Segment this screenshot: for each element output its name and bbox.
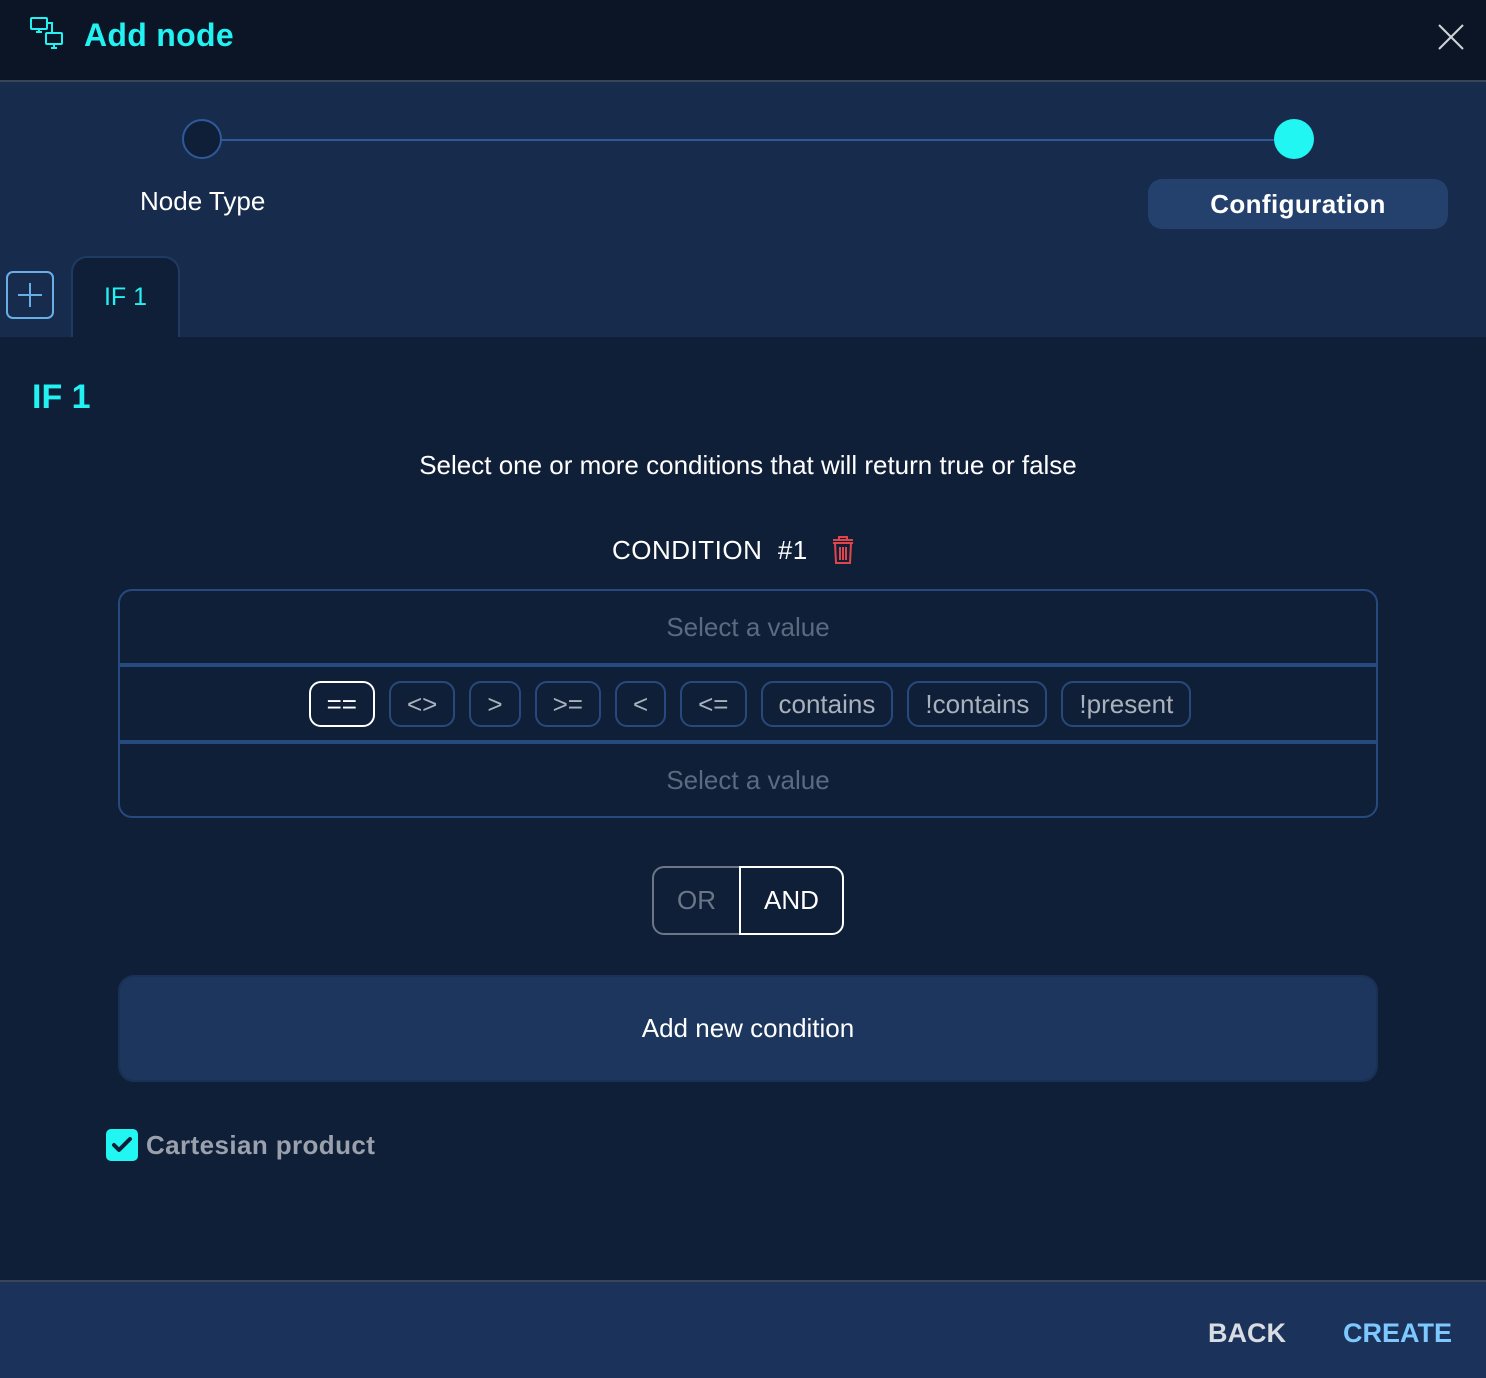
step-configuration-label: Configuration bbox=[1148, 179, 1448, 229]
cartesian-product-label: Cartesian product bbox=[146, 1129, 376, 1160]
operator-contains[interactable]: contains bbox=[760, 681, 894, 727]
operator-less-equal[interactable]: <= bbox=[680, 681, 747, 727]
left-value-select[interactable]: Select a value bbox=[120, 591, 1376, 663]
right-value-select[interactable]: Select a value bbox=[120, 744, 1376, 816]
add-condition-button[interactable]: Add new condition bbox=[118, 975, 1378, 1082]
logic-or-button[interactable]: OR bbox=[652, 866, 739, 935]
operator-not-contains[interactable]: !contains bbox=[907, 681, 1048, 727]
operator-not-equals[interactable]: <> bbox=[389, 681, 456, 727]
cartesian-product-checkbox[interactable]: Cartesian product bbox=[106, 1129, 375, 1161]
checkbox-checked-icon[interactable] bbox=[106, 1129, 138, 1161]
operator-group: == <> > >= < <= contains !contains !pres… bbox=[120, 666, 1376, 742]
dialog-title: Add node bbox=[84, 17, 234, 53]
logic-and-button[interactable]: AND bbox=[739, 866, 844, 935]
trash-icon[interactable] bbox=[831, 535, 855, 565]
condition-box: Select a value == <> > >= < <= contains … bbox=[118, 589, 1378, 818]
network-computers-icon bbox=[29, 16, 66, 52]
step-node-type-label[interactable]: Node Type bbox=[140, 186, 265, 217]
section-title: IF 1 bbox=[32, 378, 91, 416]
operator-greater[interactable]: > bbox=[469, 681, 521, 727]
operator-equals[interactable]: == bbox=[308, 681, 375, 727]
operator-greater-equal[interactable]: >= bbox=[534, 681, 601, 727]
tab-if-1[interactable]: IF 1 bbox=[71, 256, 180, 337]
step-configuration-dot bbox=[1274, 119, 1314, 159]
back-button[interactable]: BACK bbox=[1208, 1318, 1286, 1349]
create-button[interactable]: CREATE bbox=[1343, 1318, 1452, 1349]
plus-icon bbox=[18, 283, 42, 307]
stepper-connector bbox=[221, 139, 1275, 141]
close-icon[interactable] bbox=[1436, 22, 1466, 52]
dialog-footer: BACK CREATE bbox=[0, 1280, 1486, 1378]
operator-less[interactable]: < bbox=[614, 681, 667, 727]
dialog-header: Add node bbox=[0, 0, 1486, 82]
stepper: Node Type Configuration IF 1 bbox=[0, 82, 1486, 337]
logic-toggle: OR AND bbox=[652, 866, 844, 935]
condition-label: CONDITION #1 bbox=[612, 535, 808, 565]
instruction-text: Select one or more conditions that will … bbox=[419, 450, 1077, 480]
add-tab-button[interactable] bbox=[6, 271, 54, 319]
step-node-type-dot[interactable] bbox=[182, 119, 222, 159]
add-node-dialog: Add node Node Type Configuration IF 1 IF… bbox=[0, 0, 1486, 1378]
operator-not-present[interactable]: !present bbox=[1061, 681, 1192, 727]
